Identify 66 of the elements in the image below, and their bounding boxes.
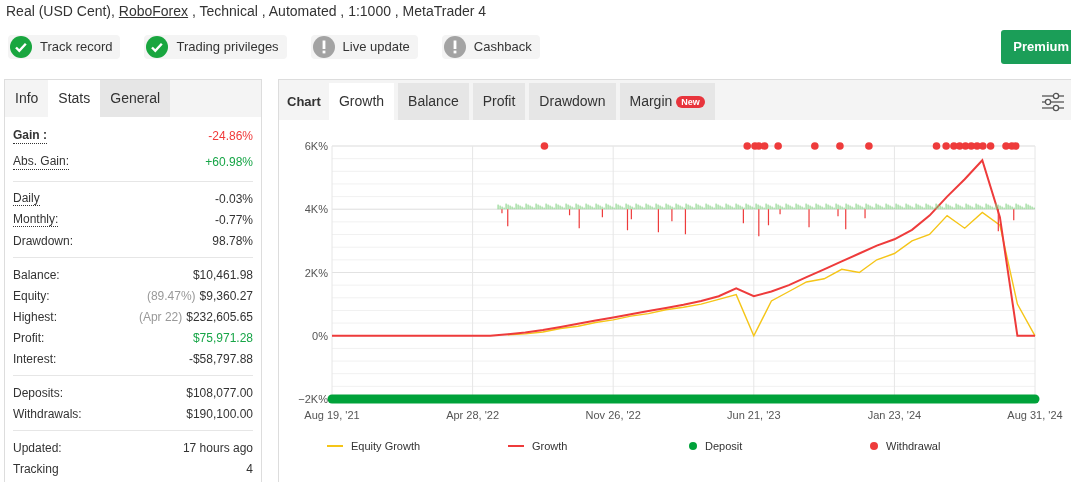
stat-value: -$58,797.88 [188, 350, 253, 368]
stat-value: $190,100.00 [186, 405, 253, 423]
x-axis-label: Nov 26, '22 [585, 409, 641, 421]
stat-label: Equity: [13, 287, 50, 305]
withdrawal-marker [811, 142, 819, 150]
stat-value: 4 [246, 460, 253, 478]
stat-value: $75,971.28 [192, 329, 253, 347]
stat-label: Monthly: [13, 211, 59, 228]
x-axis-label: Aug 31, '24 [1007, 409, 1063, 421]
withdrawal-marker [865, 142, 873, 150]
stat-label: Tracking [13, 460, 59, 478]
status-badge: Track record [8, 35, 121, 59]
stat-value: $9,360.27 [199, 287, 253, 305]
status-badge: Cashback [441, 35, 540, 59]
stat-value: $10,461.98 [192, 266, 253, 284]
stat-label: Balance: [13, 266, 60, 284]
withdrawal-marker [836, 142, 844, 150]
x-axis-label: Jan 23, '24 [867, 409, 922, 421]
broker-link[interactable]: RoboForex [118, 3, 189, 19]
stat-value: +60.98% [205, 154, 253, 171]
y-axis-label: 6K% [304, 140, 328, 152]
stat-label: Gain : [13, 128, 47, 144]
panel-tab[interactable]: General [100, 80, 171, 117]
y-axis-label: 2K% [304, 266, 328, 279]
stat-value: $108,077.00 [186, 384, 253, 402]
stat-note: (Apr 22) [138, 308, 183, 326]
chart-title: Chart [286, 92, 322, 111]
stat-label: Abs. Gain: [13, 154, 70, 170]
stat-value: -24.86% [208, 128, 253, 145]
panel-tab[interactable]: Stats [48, 80, 101, 117]
stat-note: (89.47%) [146, 287, 196, 305]
stat-label: Interest: [13, 350, 57, 368]
stat-value: 98.78% [212, 232, 253, 250]
stat-label: Profit: [13, 329, 45, 347]
stat-label: Deposits: [13, 384, 64, 402]
stat-label: Withdrawals: [13, 405, 82, 423]
stat-label: Drawdown: [13, 232, 74, 250]
stat-value: -0.03% [214, 190, 253, 208]
stat-value: 17 hours ago [182, 439, 253, 457]
withdrawal-marker [774, 142, 782, 150]
stat-label: Updated: [13, 439, 62, 457]
legend-label[interactable]: Growth [532, 438, 568, 455]
y-axis-label: 4K% [304, 203, 328, 216]
new-badge: New [676, 96, 705, 108]
stat-value: -0.77% [214, 211, 253, 229]
x-axis-label: Aug 19, '21 [304, 409, 360, 421]
stat-label: Daily [13, 190, 40, 207]
chart-tab[interactable]: Drawdown [529, 83, 616, 120]
chart-tab[interactable]: Profit [472, 83, 526, 120]
withdrawal-marker [540, 142, 549, 150]
stat-label: Highest: [13, 308, 58, 326]
status-badge: Live update [310, 35, 418, 59]
legend-label[interactable]: Deposit [705, 438, 743, 455]
legend-label[interactable]: Withdrawal [886, 438, 941, 455]
x-axis-label: Apr 28, '22 [446, 409, 500, 421]
settings-icon[interactable] [1042, 91, 1064, 112]
chart-tab[interactable]: Balance [398, 83, 469, 120]
y-axis-label: 0% [312, 329, 328, 342]
account-summary: Real (USD Cent), RoboForex , Technical , Automated , 1:1000 , MetaTrader 4 [5, 2, 488, 21]
status-badge: Trading privileges [144, 35, 287, 59]
y-axis-label: −2K% [298, 393, 328, 405]
x-axis-label: Jun 21, '23 [727, 409, 781, 421]
legend-label[interactable]: Equity Growth [351, 438, 421, 455]
chart-tab[interactable]: Margin New [619, 83, 715, 120]
chart-tab[interactable]: Growth [328, 83, 395, 120]
stat-value: $232,605.65 [186, 308, 253, 326]
